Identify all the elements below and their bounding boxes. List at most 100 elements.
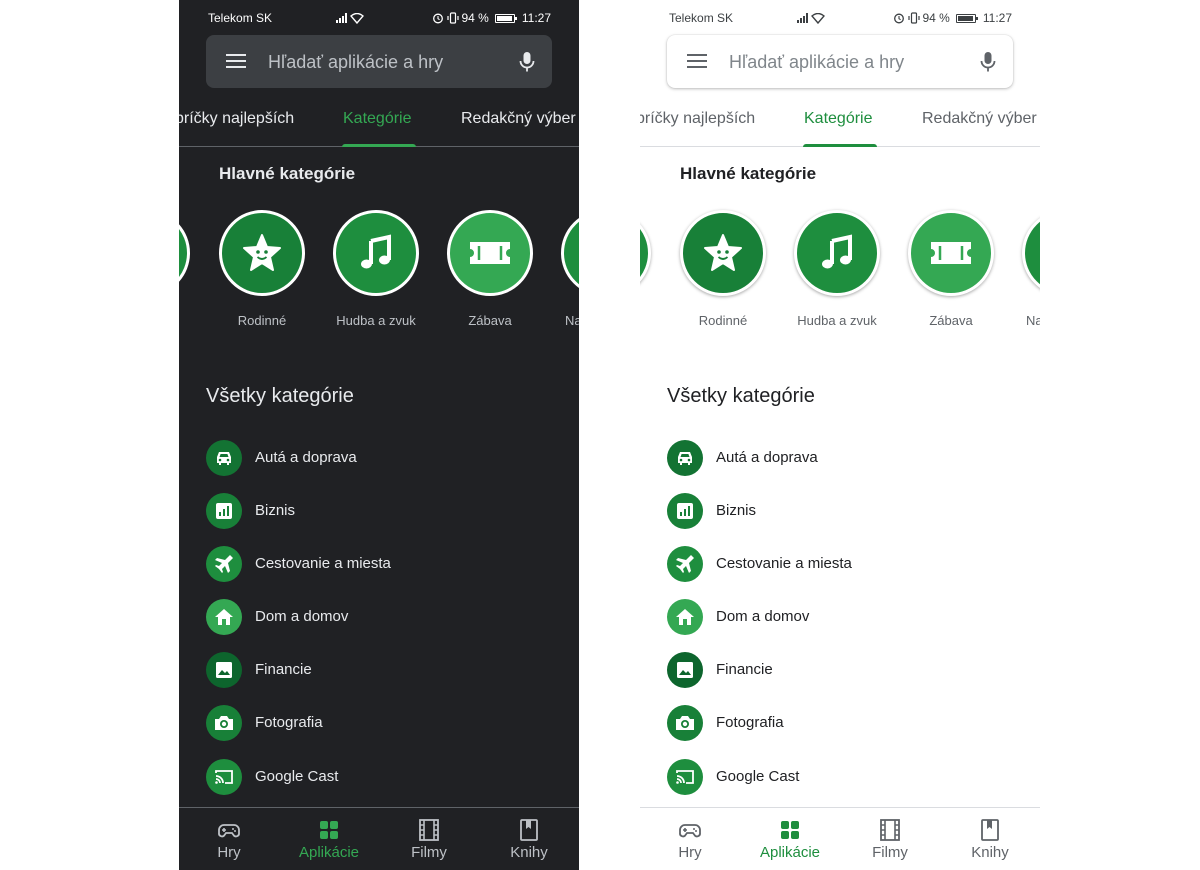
bar-chart-icon [206, 493, 242, 529]
category-row-label: Google Cast [255, 768, 339, 785]
category-row-travel[interactable]: Cestovanie a miesta [667, 546, 1027, 582]
gamepad-icon [679, 824, 701, 838]
menu-icon[interactable] [226, 54, 246, 70]
category-circle-partial[interactable] [179, 210, 190, 296]
category-row-label: Autá a doprava [716, 449, 818, 466]
category-row-home[interactable]: Dom a domov [667, 599, 1027, 635]
category-row-photo[interactable]: Fotografia [206, 705, 566, 741]
category-row-cast[interactable]: Google Cast [667, 759, 1027, 795]
clock: 11:27 [521, 11, 551, 25]
nav-apps[interactable]: Aplikácie [740, 808, 840, 870]
light-mode-screen: Telekom SK 94 % 11:27 Hľadať aplikácie a… [640, 0, 1040, 870]
category-label: Zábava [468, 313, 512, 328]
category-row-cars[interactable]: Autá a doprava [667, 440, 1027, 476]
star-face-icon [243, 234, 281, 271]
airplane-icon [667, 546, 703, 582]
tab-editors-choice[interactable]: Redakčný výber [922, 110, 1037, 128]
cast-icon [667, 759, 703, 795]
nav-label: Hry [678, 844, 702, 861]
nav-movies[interactable]: Filmy [840, 808, 940, 870]
category-circle-family[interactable] [219, 210, 305, 296]
category-circle-partial[interactable] [561, 210, 579, 296]
tab-bar: bríčky najlepších Kategórie Redakčný výb… [640, 92, 1040, 147]
all-categories-heading: Všetky kategórie [667, 385, 815, 407]
category-row-label: Biznis [255, 502, 296, 519]
category-row-business[interactable]: Biznis [667, 493, 1027, 529]
category-circle-music[interactable] [333, 210, 419, 296]
category-row-cast[interactable]: Google Cast [206, 759, 566, 795]
vibrate-icon [907, 12, 920, 24]
category-row-label: Google Cast [716, 768, 800, 785]
category-circle-music[interactable] [794, 210, 880, 296]
film-icon [419, 819, 439, 841]
all-categories-heading: Všetky kategórie [206, 385, 354, 407]
nav-label: Hry [217, 844, 241, 861]
nav-books[interactable]: Knihy [479, 808, 579, 870]
wifi-icon [810, 12, 825, 24]
main-categories-heading: Hlavné kategórie [219, 164, 356, 183]
nav-label: Filmy [872, 844, 908, 861]
bottom-navigation: Hry Aplikácie Filmy Knihy [640, 807, 1040, 870]
category-row-label: Financie [716, 661, 773, 678]
dark-mode-screen: Telekom SK 94 % 11:27 Hľadať aplikácie a… [179, 0, 579, 870]
category-row-travel[interactable]: Cestovanie a miesta [206, 546, 566, 582]
category-circle-entertainment[interactable] [447, 210, 533, 296]
category-row-business[interactable]: Biznis [206, 493, 566, 529]
search-bar[interactable]: Hľadať aplikácie a hry [667, 35, 1013, 88]
search-placeholder[interactable]: Hľadať aplikácie a hry [268, 52, 443, 73]
car-icon [206, 440, 242, 476]
nav-books[interactable]: Knihy [940, 808, 1040, 870]
category-row-photo[interactable]: Fotografia [667, 705, 1027, 741]
category-row-label: Financie [255, 661, 312, 678]
nav-label: Knihy [510, 844, 548, 861]
category-label: Na [565, 313, 579, 328]
category-circle-partial[interactable] [1022, 210, 1040, 296]
category-row-home[interactable]: Dom a domov [206, 599, 566, 635]
signal-icon [335, 13, 347, 23]
apps-grid-icon [781, 821, 799, 839]
vibrate-icon [446, 12, 459, 24]
tab-top-charts[interactable]: bríčky najlepších [179, 110, 294, 128]
tab-top-charts[interactable]: bríčky najlepších [640, 110, 755, 128]
menu-icon[interactable] [687, 54, 707, 70]
category-circle-family[interactable] [680, 210, 766, 296]
tab-categories[interactable]: Kategórie [343, 110, 412, 128]
category-circle-entertainment[interactable] [908, 210, 994, 296]
ticket-icon [470, 242, 510, 264]
category-row-label: Autá a doprava [255, 449, 357, 466]
active-tab-indicator [342, 144, 416, 147]
microphone-icon[interactable] [518, 51, 536, 78]
microphone-icon[interactable] [979, 51, 997, 78]
tab-categories[interactable]: Kategórie [804, 110, 873, 128]
wifi-icon [349, 12, 364, 24]
nav-movies[interactable]: Filmy [379, 808, 479, 870]
nav-label: Aplikácie [298, 844, 360, 861]
bottom-navigation: Hry Aplikácie Filmy Knihy [179, 807, 579, 870]
carrier-label: Telekom SK [208, 11, 273, 25]
category-label: Hudba a zvuk [336, 313, 416, 328]
nav-apps[interactable]: Aplikácie [279, 808, 379, 870]
category-row-label: Cestovanie a miesta [255, 555, 391, 572]
star-face-icon [704, 234, 742, 271]
category-row-label: Fotografia [255, 714, 323, 731]
tab-editors-choice[interactable]: Redakčný výber [461, 110, 576, 128]
ticket-icon [931, 242, 971, 264]
category-row-finance[interactable]: Financie [206, 652, 566, 688]
apps-grid-icon [320, 821, 338, 839]
search-placeholder[interactable]: Hľadať aplikácie a hry [729, 52, 904, 73]
search-bar[interactable]: Hľadať aplikácie a hry [206, 35, 552, 88]
book-icon [981, 819, 999, 841]
category-circle-partial[interactable] [640, 210, 651, 296]
nav-label: Knihy [971, 844, 1009, 861]
main-categories-heading: Hlavné kategórie [680, 164, 817, 183]
nav-games[interactable]: Hry [640, 808, 740, 870]
category-row-cars[interactable]: Autá a doprava [206, 440, 566, 476]
nav-games[interactable]: Hry [179, 808, 279, 870]
category-row-finance[interactable]: Financie [667, 652, 1027, 688]
battery-percent: 94 % [922, 11, 950, 25]
signal-icon [796, 13, 808, 23]
image-icon [206, 652, 242, 688]
alarm-icon [893, 12, 905, 24]
category-row-label: Dom a domov [255, 608, 349, 625]
category-row-label: Cestovanie a miesta [716, 555, 852, 572]
